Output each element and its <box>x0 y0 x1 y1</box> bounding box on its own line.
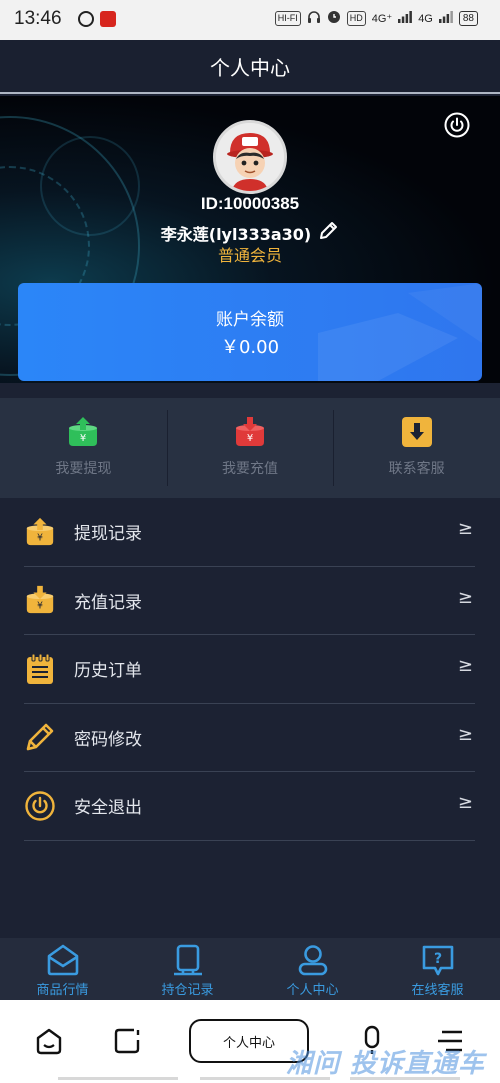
status-icons: HI-FI HD 4G⁺ 4G 88 <box>274 10 478 27</box>
chevron-right-icon: ≥ <box>457 723 473 745</box>
contact-label: 联系客服 <box>388 461 445 477</box>
menu-item-label: 历史订单 <box>74 661 142 682</box>
menu-item-order-history[interactable]: 历史订单 ≥ <box>24 635 475 704</box>
tab-market[interactable]: 商品行情 <box>0 938 125 1000</box>
balance-amount: ￥0.00 <box>220 337 280 358</box>
sync-icon <box>78 11 94 27</box>
quick-actions: ¥ 我要提现 ¥ 我要充值 联系客服 <box>0 398 500 498</box>
tab-personal-center[interactable]: 个人中心 <box>250 938 375 1000</box>
pencil-icon <box>24 721 56 753</box>
recharge-button[interactable]: ¥ 我要充值 <box>166 398 334 498</box>
tab-online-support[interactable]: ? 在线客服 <box>375 938 500 1000</box>
signal-4g: 4G <box>418 12 433 25</box>
current-app-label: 个人中心 <box>222 1035 275 1051</box>
logout-power-button[interactable] <box>444 112 470 138</box>
svg-text:?: ? <box>433 951 441 967</box>
profile-banner: ID:10000385 李永莲(lyl333a30) 普通会员 账户余额 ￥0.… <box>0 96 500 383</box>
bottom-tab-bar: 商品行情 持仓记录 个人中心 ? 在线客服 <box>0 938 500 1000</box>
contact-service-button[interactable]: 联系客服 <box>333 398 500 498</box>
tab-holdings[interactable]: 持仓记录 <box>125 938 250 1000</box>
alarm-icon <box>327 10 341 27</box>
menu-item-label: 提现记录 <box>74 524 142 545</box>
chevron-right-icon: ≥ <box>457 586 473 608</box>
order-history-icon <box>24 653 56 685</box>
chevron-right-icon: ≥ <box>457 518 473 539</box>
menu-item-withdraw-record[interactable]: ¥ 提现记录 ≥ <box>24 498 475 567</box>
menu-item-label: 密码修改 <box>74 729 142 750</box>
tab-label: 商品行情 <box>36 983 89 998</box>
status-bar: 13:46 HI-FI HD 4G⁺ 4G 88 <box>0 0 500 40</box>
signal-bars-icon <box>438 11 453 26</box>
member-level: 普通会员 <box>217 246 282 265</box>
recent-apps-icon[interactable] <box>112 1026 142 1060</box>
battery-indicator: 88 <box>458 11 478 26</box>
menu-item-recharge-record[interactable]: ¥ 充值记录 ≥ <box>24 567 475 635</box>
headphone-icon <box>307 10 321 27</box>
withdraw-label: 我要提现 <box>55 461 112 477</box>
hd-badge: HD <box>346 11 366 26</box>
market-icon <box>47 944 78 976</box>
user-id: ID:10000385 <box>200 194 300 213</box>
watermark-text: 湘问 投诉直通车 <box>286 1049 486 1079</box>
app-notification-icon <box>100 11 116 27</box>
menu-list: ¥ 提现记录 ≥ ¥ 充值记录 ≥ 历史订单 ≥ 密码修改 ≥ 安全退出 ≥ <box>0 498 500 841</box>
menu-item-label: 安全退出 <box>74 798 142 819</box>
card-decor-shape <box>318 283 482 381</box>
withdraw-record-icon: ¥ <box>24 516 56 548</box>
nav-indicator-line <box>350 1077 460 1080</box>
svg-text:¥: ¥ <box>37 532 43 543</box>
recharge-icon: ¥ <box>236 417 264 446</box>
page-header: 个人中心 <box>0 40 500 94</box>
svg-text:¥: ¥ <box>247 433 253 444</box>
power-icon <box>24 790 56 822</box>
avatar-cartoon-icon <box>216 123 284 191</box>
menu-item-safe-logout[interactable]: 安全退出 ≥ <box>24 772 475 841</box>
nav-indicator-line <box>58 1077 178 1080</box>
signal-4g-plus: 4G⁺ <box>371 13 393 25</box>
tab-label: 个人中心 <box>286 983 339 998</box>
withdraw-button[interactable]: ¥ 我要提现 <box>0 398 167 498</box>
withdraw-icon: ¥ <box>69 417 98 446</box>
nav-indicator-line <box>200 1077 330 1080</box>
balance-card: 账户余额 ￥0.00 <box>18 283 482 381</box>
menu-item-change-password[interactable]: 密码修改 ≥ <box>24 704 475 772</box>
chevron-right-icon: ≥ <box>457 655 473 676</box>
menu-item-label: 充值记录 <box>74 592 142 613</box>
status-time: 13:46 <box>14 8 62 29</box>
avatar[interactable] <box>213 120 287 194</box>
support-icon: ? <box>422 945 453 976</box>
chevron-right-icon: ≥ <box>457 792 473 813</box>
power-icon <box>444 112 470 138</box>
home-icon[interactable] <box>34 1026 64 1060</box>
signal-bars-icon <box>398 11 413 26</box>
contact-icon <box>401 417 432 447</box>
balance-label: 账户余额 <box>216 310 284 330</box>
hifi-badge: HI-FI <box>274 11 301 26</box>
tab-label: 在线客服 <box>411 983 464 998</box>
user-icon <box>298 945 327 976</box>
recharge-record-icon: ¥ <box>24 584 56 616</box>
svg-text:¥: ¥ <box>80 433 86 444</box>
holding-icon <box>173 944 202 976</box>
recharge-label: 我要充值 <box>222 461 278 477</box>
svg-text:¥: ¥ <box>37 601 43 612</box>
tab-label: 持仓记录 <box>161 983 214 998</box>
page-title: 个人中心 <box>210 55 290 80</box>
